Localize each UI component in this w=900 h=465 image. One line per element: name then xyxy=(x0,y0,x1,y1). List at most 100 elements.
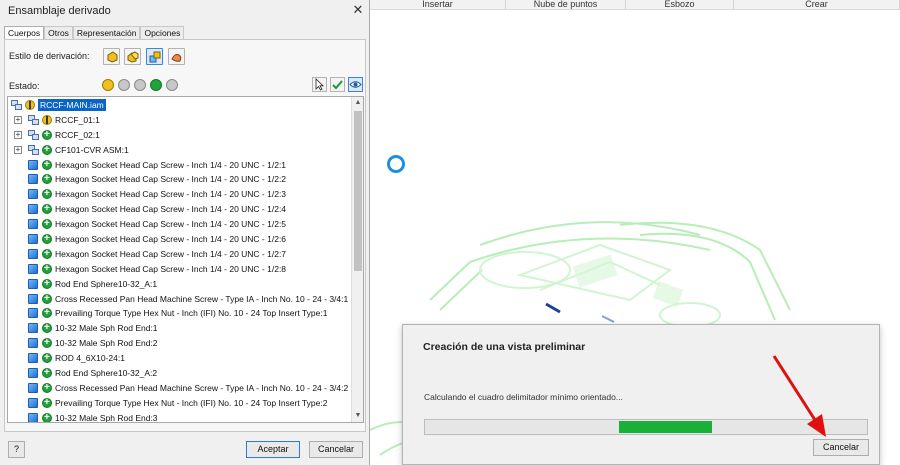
part-icon xyxy=(28,412,38,422)
tree-row[interactable]: + RCCF_01:1 xyxy=(8,113,352,128)
tab-otros[interactable]: Otros xyxy=(44,26,73,39)
tree-row[interactable]: Hexagon Socket Head Cap Screw - Inch 1/4… xyxy=(8,202,352,217)
scroll-down-arrow-icon[interactable]: ▼ xyxy=(352,410,363,422)
bounding-box-status-icon[interactable] xyxy=(42,248,52,259)
bounding-box-status-icon[interactable] xyxy=(42,337,52,349)
tree-row[interactable]: 10-32 Male Sph Rod End:3 xyxy=(8,411,352,422)
bounding-box-status-icon[interactable] xyxy=(42,188,52,200)
tree-row[interactable]: 10-32 Male Sph Rod End:2 xyxy=(8,336,352,351)
tree-row[interactable]: + CF101-CVR ASM:1 xyxy=(8,143,352,158)
tree-row[interactable]: Hexagon Socket Head Cap Screw - Inch 1/4… xyxy=(8,262,352,277)
include-status-icon[interactable] xyxy=(42,114,52,125)
tree-row[interactable]: 10-32 Male Sph Rod End:1 xyxy=(8,321,352,336)
component-tree[interactable]: RCCF-MAIN.iam + RCCF_01:1 + RCCF_02:1 + CF101-… xyxy=(7,96,364,423)
bounding-box-status-icon[interactable] xyxy=(42,412,52,422)
tab-representacion[interactable]: Representación xyxy=(72,26,141,39)
progress-message: Calculando el cuadro delimitador mínimo … xyxy=(424,392,623,402)
bounding-box-status-icon[interactable] xyxy=(42,173,52,185)
scroll-up-arrow-icon[interactable]: ▲ xyxy=(352,97,363,109)
progress-indicator xyxy=(619,421,712,433)
subtract-state-icon[interactable] xyxy=(134,79,146,91)
derived-assembly-dialog: Ensamblaje derivado ✕ Cuerpos Otros Repr… xyxy=(0,0,370,465)
part-icon xyxy=(28,368,38,379)
bounding-box-status-icon[interactable] xyxy=(42,397,52,408)
solid-body-seams-button[interactable] xyxy=(124,48,141,65)
tree-item-name: RCCF_02:1 xyxy=(55,129,100,140)
tree-row[interactable]: RCCF-MAIN.iam xyxy=(8,98,352,113)
tree-row[interactable]: Hexagon Socket Head Cap Screw - Inch 1/4… xyxy=(8,217,352,232)
part-icon xyxy=(28,397,38,408)
loading-spinner-icon xyxy=(387,155,405,173)
bounding-box-status-icon[interactable] xyxy=(42,263,52,274)
tree-row[interactable]: Cross Recessed Pan Head Machine Screw - … xyxy=(8,381,352,396)
tree-item-name: Hexagon Socket Head Cap Screw - Inch 1/4… xyxy=(55,189,287,200)
tree-item-name: RCCF_01:1 xyxy=(55,114,100,125)
multiple-solid-bodies-button[interactable] xyxy=(146,48,163,65)
accept-button[interactable]: Aceptar xyxy=(246,441,300,458)
bounding-box-state-icon[interactable] xyxy=(150,79,162,91)
bounding-box-status-icon[interactable] xyxy=(42,322,52,334)
tree-row[interactable]: Prevailing Torque Type Hex Nut - Inch (I… xyxy=(8,306,352,321)
expand-toggle-icon[interactable]: + xyxy=(14,115,22,124)
bounding-box-status-icon[interactable] xyxy=(42,129,52,140)
tab-cuerpos[interactable]: Cuerpos xyxy=(4,26,45,39)
bounding-box-status-icon[interactable] xyxy=(42,218,52,230)
single-solid-merge-button[interactable] xyxy=(103,48,120,65)
part-icon xyxy=(28,308,38,319)
tree-item-name: Prevailing Torque Type Hex Nut - Inch (I… xyxy=(55,397,328,408)
part-icon xyxy=(28,189,38,200)
tab-opciones[interactable]: Opciones xyxy=(140,26,185,39)
include-state-icon[interactable] xyxy=(102,79,114,91)
tree-vertical-scrollbar[interactable]: ▲ ▼ xyxy=(351,97,363,422)
tree-item-name: CF101-CVR ASM:1 xyxy=(55,144,129,155)
bounding-box-status-icon[interactable] xyxy=(42,144,52,155)
bounding-box-status-icon[interactable] xyxy=(42,203,52,215)
bounding-box-status-icon[interactable] xyxy=(42,307,52,319)
expand-toggle-icon[interactable]: + xyxy=(14,145,22,154)
single-surface-body-button[interactable] xyxy=(168,48,185,65)
bounding-box-status-icon[interactable] xyxy=(42,159,52,170)
bounding-box-status-icon[interactable] xyxy=(42,367,52,379)
surface-body-icon xyxy=(171,51,183,65)
tree-row[interactable]: Hexagon Socket Head Cap Screw - Inch 1/4… xyxy=(8,247,352,262)
tree-row[interactable]: Hexagon Socket Head Cap Screw - Inch 1/4… xyxy=(8,232,352,247)
tree-row[interactable]: Rod End Sphere10-32_A:1 xyxy=(8,277,352,292)
single-solid-icon xyxy=(106,51,118,65)
tree-item-name: Hexagon Socket Head Cap Screw - Inch 1/4… xyxy=(55,234,287,245)
bounding-box-status-icon[interactable] xyxy=(42,382,52,393)
state-label: Estado: xyxy=(9,81,40,91)
bounding-box-status-icon[interactable] xyxy=(42,278,52,289)
expand-toggle-icon[interactable]: + xyxy=(14,130,22,139)
tree-item-name: Cross Recessed Pan Head Machine Screw - … xyxy=(55,382,349,393)
bounding-box-status-icon[interactable] xyxy=(42,233,52,245)
part-icon xyxy=(28,278,38,289)
cancel-button[interactable]: Cancelar xyxy=(309,441,363,458)
tree-row[interactable]: Rod End Sphere10-32_A:2 xyxy=(8,366,352,381)
scroll-thumb[interactable] xyxy=(354,111,362,271)
apply-check-button[interactable] xyxy=(330,77,345,92)
dialog-tabs: Cuerpos Otros Representación Opciones xyxy=(4,26,185,39)
tree-row[interactable]: ROD 4_6X10-24:1 xyxy=(8,351,352,366)
progress-cancel-button[interactable]: Cancelar xyxy=(813,439,869,456)
part-icon xyxy=(28,293,38,304)
bounding-box-status-icon[interactable] xyxy=(42,293,52,304)
tree-row[interactable]: Prevailing Torque Type Hex Nut - Inch (I… xyxy=(8,396,352,411)
help-button[interactable]: ? xyxy=(8,441,25,458)
intersect-state-icon[interactable] xyxy=(166,79,178,91)
tree-row[interactable]: Cross Recessed Pan Head Machine Screw - … xyxy=(8,292,352,307)
select-pointer-button[interactable] xyxy=(312,77,327,92)
exclude-state-icon[interactable] xyxy=(118,79,130,91)
tree-row[interactable]: + RCCF_02:1 xyxy=(8,128,352,143)
pointer-icon xyxy=(315,78,324,91)
tree-item-name: ROD 4_6X10-24:1 xyxy=(55,353,125,364)
tree-row[interactable]: Hexagon Socket Head Cap Screw - Inch 1/4… xyxy=(8,158,352,173)
solid-seams-icon xyxy=(127,51,139,65)
part-icon xyxy=(28,204,38,215)
tree-row[interactable]: Hexagon Socket Head Cap Screw - Inch 1/4… xyxy=(8,172,352,187)
tree-row[interactable]: Hexagon Socket Head Cap Screw - Inch 1/4… xyxy=(8,187,352,202)
preview-toggle-button[interactable] xyxy=(348,77,363,92)
close-icon[interactable]: ✕ xyxy=(351,3,365,17)
include-status-icon[interactable] xyxy=(25,100,35,110)
assembly-icon xyxy=(28,129,39,140)
bounding-box-status-icon[interactable] xyxy=(42,352,52,364)
